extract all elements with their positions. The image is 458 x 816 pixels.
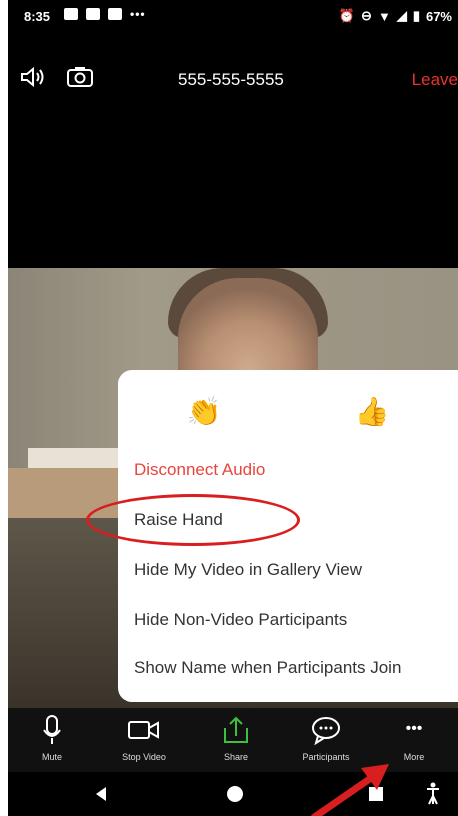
status-left-icons: ••• [64,8,146,20]
chat-bubble-icon [312,717,340,746]
back-icon[interactable] [94,786,108,802]
thumbs-up-reaction-button[interactable]: 👍 [352,392,392,432]
battery-icon: ▮ [412,8,420,23]
more-button[interactable]: ••• More [374,714,454,762]
microphone-icon [43,715,61,744]
share-label: Share [223,752,249,762]
disconnect-audio-item[interactable]: Disconnect Audio [134,460,265,480]
youtube-notification-icon [108,8,122,20]
hide-non-video-participants-item[interactable]: Hide Non-Video Participants [134,610,347,630]
more-label: More [403,752,425,762]
status-bar: 8:35 ••• ⏰ ⊖ ▼ ◢ ▮ 67% [8,0,458,34]
switch-camera-icon[interactable] [66,66,94,93]
meeting-top-bar: 555-555-5555 Leave [8,56,458,96]
show-name-when-join-item[interactable]: Show Name when Participants Join [134,658,401,678]
accessibility-icon[interactable] [426,782,440,806]
clap-reaction-button[interactable]: 👏 [184,392,224,432]
speaker-icon[interactable] [20,66,46,93]
more-notifications-icon: ••• [130,7,146,21]
dnd-icon: ⊖ [361,8,372,23]
wifi-icon: ▼ [377,8,391,24]
meeting-phone-number: 555-555-5555 [178,70,284,89]
leave-button[interactable]: Leave [412,70,458,90]
more-dots-icon: ••• [405,720,423,737]
participants-button[interactable]: Participants [286,714,366,762]
home-icon[interactable] [226,785,244,803]
video-camera-icon [128,721,159,739]
share-upload-icon [224,716,248,743]
raise-hand-highlight-circle [86,494,300,546]
battery-level: 67% [425,8,452,24]
phone-screen: 8:35 ••• ⏰ ⊖ ▼ ◢ ▮ 67% 555-555-5555 Leav… [8,0,458,816]
stop-video-label: Stop Video [122,752,166,762]
mute-label: Mute [41,752,62,762]
status-right-icons: ⏰ ⊖ ▼ ◢ ▮ 67% [339,8,452,24]
hide-my-video-item[interactable]: Hide My Video in Gallery View [134,560,362,580]
video-notification-icon [86,8,100,20]
status-time: 8:35 [24,9,51,24]
share-button[interactable]: Share [196,714,276,762]
alarm-icon: ⏰ [338,8,356,23]
more-annotation-arrow [311,764,389,816]
mute-button[interactable]: Mute [12,714,92,762]
signal-icon: ◢ [396,8,407,23]
stop-video-button[interactable]: Stop Video [104,714,184,762]
gallery-notification-icon [64,8,78,20]
